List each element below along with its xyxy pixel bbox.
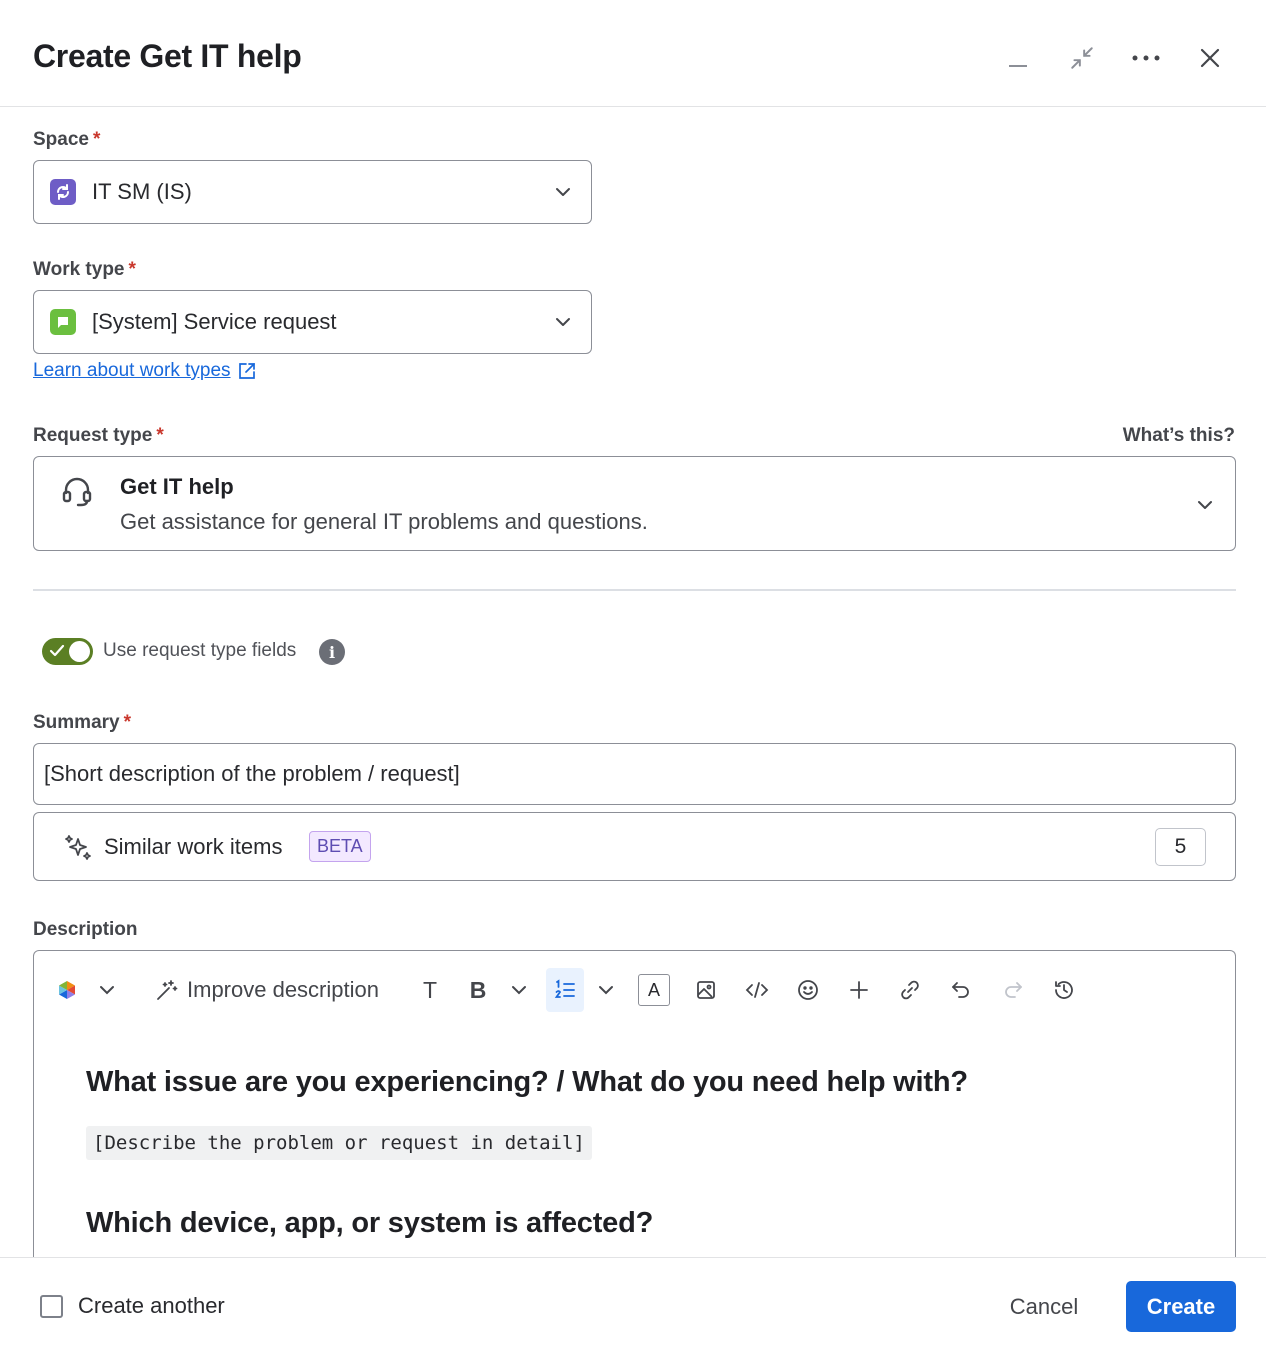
space-avatar-icon [50,179,76,205]
minimize-icon [1009,65,1027,67]
insert-button[interactable] [843,968,875,1012]
space-select[interactable]: IT SM (IS) [33,160,592,224]
summary-label: Summary * [33,712,132,733]
learn-work-types-link[interactable]: Learn about work types [33,360,257,382]
space-value: IT SM (IS) [92,179,192,204]
work-type-value: [System] Service request [92,309,337,334]
create-another-label: Create another [78,1293,225,1318]
sparkle-icon [65,835,91,860]
similar-work-items[interactable]: Similar work items BETA 5 [33,812,1236,881]
image-icon [697,981,715,999]
whats-this-link[interactable]: What’s this? [1123,425,1235,447]
headset-icon [62,477,92,507]
required-marker: * [123,712,132,733]
magic-wand-icon [157,980,178,1000]
more-formatting-button[interactable] [504,968,534,1012]
required-marker: * [128,259,136,280]
request-type-label: Request type * [33,425,164,446]
chevron-down-icon [100,986,114,995]
collapse-icon [1071,47,1093,69]
plus-icon [850,981,868,999]
description-heading-device: Which device, app, or system is affected… [86,1207,654,1239]
link-icon [901,980,919,1000]
emoji-button[interactable] [792,968,824,1012]
required-marker: * [92,129,101,150]
code-icon [745,982,769,998]
undo-button[interactable] [945,968,977,1012]
dialog-footer: Create another Cancel Create [0,1257,1266,1364]
insert-image-button[interactable] [690,968,722,1012]
emoji-icon [798,980,818,1000]
description-heading-issue: What issue are you experiencing? / What … [86,1066,968,1098]
request-type-description: Get assistance for general IT problems a… [120,509,648,534]
summary-input[interactable]: [Short description of the problem / requ… [33,743,1236,805]
redo-button[interactable] [997,968,1029,1012]
check-icon [49,644,65,657]
dialog-header: Create Get IT help [0,0,1266,107]
close-icon [1200,48,1220,68]
text-color-icon: A [638,974,670,1006]
more-icon [1132,55,1160,61]
text-style-button[interactable]: T [414,968,446,1012]
description-editor[interactable]: Improve description T B A What issue are… [33,950,1236,1280]
improve-description-button[interactable]: Improve description [142,968,392,1012]
code-button[interactable] [741,968,773,1012]
collapse-button[interactable] [1062,38,1102,78]
chevron-down-icon [1198,501,1212,509]
external-link-icon [238,363,255,379]
chevron-down-icon [512,986,526,995]
learn-link-text: Learn about work types [33,360,231,381]
redo-icon [1005,982,1022,998]
close-button[interactable] [1190,38,1230,78]
history-icon [1055,981,1073,999]
improve-description-label: Improve description [187,977,379,1002]
link-button[interactable] [894,968,926,1012]
space-label: Space * [33,129,101,150]
toggle-knob [69,641,90,662]
description-label: Description [33,919,138,940]
dialog-title: Create Get IT help [33,38,302,74]
chevron-down-icon [599,986,613,995]
numbered-list-icon [554,979,575,998]
description-placeholder-code: [Describe the problem or request in deta… [86,1126,592,1160]
cancel-button[interactable]: Cancel [990,1281,1098,1332]
ai-menu-button[interactable] [92,968,122,1012]
minimize-button[interactable] [998,38,1038,78]
undo-icon [952,982,969,998]
beta-badge: BETA [309,831,371,862]
similar-count-badge: 5 [1155,828,1206,866]
section-divider [33,589,1236,591]
request-type-select[interactable]: Get IT help Get assistance for general I… [33,456,1236,551]
text-color-button[interactable]: A [638,968,670,1012]
request-type-name: Get IT help [120,474,234,499]
ai-button[interactable] [52,968,82,1012]
bold-button[interactable]: B [462,968,494,1012]
ai-logo-icon [59,981,75,999]
chevron-down-icon [556,318,570,326]
create-button[interactable]: Create [1126,1281,1236,1332]
chevron-down-icon [556,188,570,196]
version-history-button[interactable] [1048,968,1080,1012]
info-icon[interactable]: i [319,639,345,665]
work-type-label: Work type * [33,259,136,280]
work-type-select[interactable]: [System] Service request [33,290,592,354]
required-marker: * [156,425,164,446]
request-type-fields-toggle[interactable] [42,638,93,665]
create-another-checkbox[interactable] [40,1295,63,1318]
service-request-icon [50,309,76,335]
toggle-label: Use request type fields [103,640,297,661]
more-actions-button[interactable] [1126,38,1166,78]
list-options-button[interactable] [591,968,621,1012]
similar-work-items-label: Similar work items [104,834,283,859]
numbered-list-button[interactable] [546,968,584,1012]
